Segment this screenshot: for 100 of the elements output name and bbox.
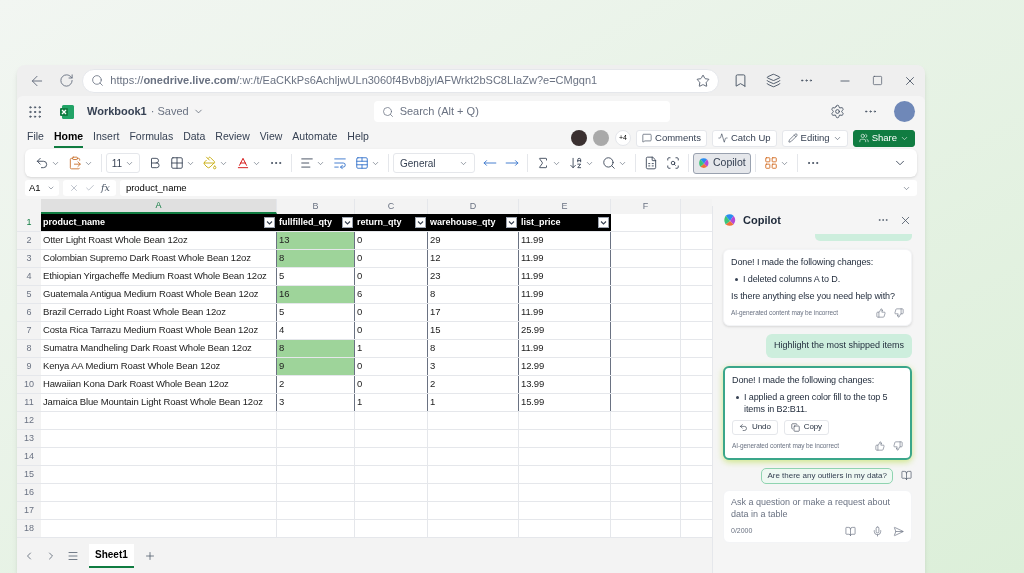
row-header[interactable]: 6 <box>17 304 41 321</box>
row-header[interactable]: 10 <box>17 376 41 393</box>
table-cell: 0 <box>355 322 428 339</box>
row-header[interactable]: 18 <box>17 520 41 537</box>
copilot-button[interactable]: Copilot <box>693 152 751 174</box>
row-header[interactable]: 9 <box>17 358 41 375</box>
send-icon[interactable] <box>893 525 904 537</box>
copy-button[interactable]: Copy <box>783 419 829 435</box>
people-icon[interactable] <box>858 133 869 143</box>
spreadsheet-logo-icon[interactable] <box>59 103 75 120</box>
filter-dropdown-icon[interactable] <box>598 217 609 228</box>
sort-icon[interactable] <box>569 156 583 170</box>
suggestion-chip[interactable]: Are there any outliers in my data? <box>761 467 893 484</box>
thumbs-up-icon[interactable] <box>876 308 886 318</box>
maximize-icon[interactable] <box>872 75 883 86</box>
font-color-icon[interactable] <box>236 156 250 170</box>
ribbon-tab[interactable]: Data <box>183 128 206 148</box>
filter-dropdown-icon[interactable] <box>342 217 353 228</box>
address-bar[interactable]: https://onedrive.live.com/:w:/t/EaCKkPs6AchljwULn3060f4Bvb8jylAFWrkt2bSC8LIaZw?e=CMgqn1 <box>82 68 719 93</box>
row-header[interactable]: 5 <box>17 286 41 303</box>
borders-icon[interactable] <box>170 156 184 170</box>
settings-icon[interactable] <box>830 104 845 119</box>
row-header[interactable]: 3 <box>17 250 41 267</box>
prompts-icon[interactable] <box>901 470 912 481</box>
table-cell: 3 <box>428 358 519 375</box>
row-header[interactable]: 4 <box>17 268 41 285</box>
insert-function-button[interactable]: fx <box>101 180 110 196</box>
sheet-tab[interactable]: Sheet1 <box>89 543 134 568</box>
undo-icon[interactable] <box>739 422 748 432</box>
clipboard-icon[interactable] <box>68 156 82 170</box>
all-sheets-icon[interactable] <box>67 549 79 562</box>
row-header[interactable]: 12 <box>17 412 41 429</box>
pencil-icon[interactable] <box>787 133 798 143</box>
table-cell: 13 <box>277 232 355 249</box>
microphone-icon[interactable] <box>872 525 883 537</box>
align-left-icon[interactable] <box>300 156 314 170</box>
table-cell: 8 <box>428 340 519 357</box>
merge-cells-icon[interactable] <box>355 156 369 170</box>
prompts-icon[interactable] <box>845 525 856 537</box>
paint-bucket-icon[interactable] <box>203 156 217 170</box>
row-header[interactable]: 1 <box>17 214 41 231</box>
thumbs-down-icon[interactable] <box>893 440 903 451</box>
search-field[interactable]: Search (Alt + Q) <box>373 101 670 122</box>
table-cell: 8 <box>277 340 355 357</box>
formula-field[interactable]: product_name <box>119 180 917 196</box>
catchup-button[interactable]: Catch Up <box>711 129 777 147</box>
thumbs-down-icon[interactable] <box>894 308 904 318</box>
row-header[interactable]: 17 <box>17 502 41 519</box>
editing-button[interactable]: Editing <box>781 129 848 147</box>
font-size-dropdown[interactable]: 11 <box>106 153 140 173</box>
favorites-icon[interactable] <box>733 73 748 88</box>
number-format-dropdown[interactable]: General <box>393 153 475 173</box>
comments-button[interactable]: Comments <box>636 129 707 147</box>
workbook-title-button[interactable]: Workbook1 · Saved <box>87 103 204 120</box>
table-cell: 23 <box>428 268 519 285</box>
ribbon-tab[interactable]: Formulas <box>129 128 174 148</box>
sigma-icon[interactable] <box>536 156 550 170</box>
ribbon-tab[interactable]: Automate <box>292 128 338 148</box>
table-cell: 9 <box>277 358 355 375</box>
ribbon-tab[interactable]: File <box>27 128 44 148</box>
caret-icon[interactable] <box>47 184 55 192</box>
add-sheet-icon[interactable] <box>143 549 156 562</box>
row-header[interactable]: 13 <box>17 430 41 447</box>
pulse-icon[interactable] <box>717 133 728 143</box>
copy-icon[interactable] <box>790 422 800 432</box>
comment-icon[interactable] <box>642 133 653 143</box>
table-cell: 1 <box>355 394 428 411</box>
cancel-icon[interactable] <box>69 183 79 193</box>
row-header[interactable]: 2 <box>17 232 41 249</box>
table-cell: 15.99 <box>519 394 611 411</box>
row-header[interactable]: 7 <box>17 322 41 339</box>
message-text: Done! I made the following changes: <box>731 256 875 268</box>
row-header[interactable]: 8 <box>17 340 41 357</box>
thumbs-up-icon[interactable] <box>875 440 885 451</box>
row-header[interactable]: 11 <box>17 394 41 411</box>
ribbon-tab[interactable]: View <box>259 128 283 148</box>
filter-dropdown-icon[interactable] <box>415 217 426 228</box>
grid-icon[interactable] <box>763 156 778 170</box>
filter-dropdown-icon[interactable] <box>506 217 517 228</box>
enter-icon[interactable] <box>85 183 95 193</box>
search-icon[interactable] <box>602 156 616 170</box>
share-button[interactable]: Share <box>852 129 915 147</box>
row-header[interactable]: 14 <box>17 448 41 465</box>
filter-dropdown-icon[interactable] <box>264 217 275 228</box>
row-header[interactable]: 15 <box>17 466 41 483</box>
collections-icon[interactable] <box>766 73 781 88</box>
add-favorite-icon[interactable] <box>696 73 710 88</box>
column-header[interactable]: A <box>41 199 277 214</box>
ribbon-tab[interactable]: Review <box>215 128 250 148</box>
app-launcher-icon[interactable] <box>27 103 43 120</box>
avatar[interactable] <box>571 130 588 146</box>
undo-icon[interactable] <box>35 156 49 170</box>
row-header[interactable]: 16 <box>17 484 41 501</box>
refresh-icon[interactable] <box>58 73 74 88</box>
name-box[interactable]: A1 <box>25 180 59 196</box>
search-icon <box>91 74 105 87</box>
ribbon-tab[interactable]: Insert <box>93 128 120 148</box>
table-cell: 13.99 <box>519 376 611 393</box>
undo-button[interactable]: Undo <box>732 419 778 435</box>
ribbon-tab[interactable]: Help <box>347 128 369 148</box>
